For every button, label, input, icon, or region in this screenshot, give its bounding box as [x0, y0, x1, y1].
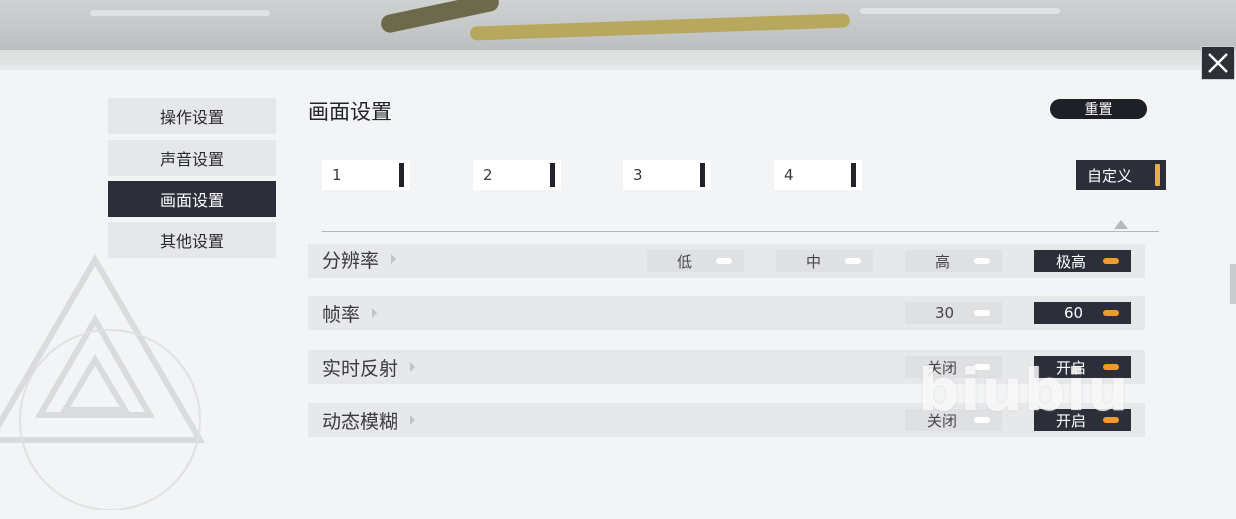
triangle-up-icon — [1114, 220, 1128, 229]
preset-marker — [399, 163, 404, 187]
triangle-right-icon — [391, 254, 397, 264]
preset-label: 3 — [633, 166, 643, 184]
option-label: 30 — [935, 304, 955, 322]
preset-2-button[interactable]: 2 — [473, 160, 561, 190]
option-label: 中 — [806, 252, 822, 271]
setting-row-resolution: 分辨率 低 中 高 极高 — [308, 244, 1145, 278]
triangle-right-icon — [410, 415, 416, 425]
setting-label: 实时反射 — [322, 357, 399, 380]
option-button[interactable]: 30 — [905, 302, 1002, 324]
sidebar-item-label: 其他设置 — [159, 232, 224, 251]
toggle-pill — [974, 258, 990, 264]
preset-marker — [700, 163, 705, 187]
toggle-pill — [1103, 310, 1119, 316]
header-gap — [0, 50, 1236, 70]
toggle-pill — [974, 310, 990, 316]
setting-label-wrap: 动态模糊 — [322, 403, 416, 437]
sidebar-item-label: 画面设置 — [159, 191, 224, 210]
option-label: 极高 — [1056, 252, 1087, 271]
toggle-pill — [716, 258, 732, 264]
watermark-logo: biubiu — [918, 356, 1130, 424]
setting-label: 动态模糊 — [322, 410, 399, 433]
preset-4-button[interactable]: 4 — [774, 160, 862, 190]
page-title: 画面设置 — [308, 100, 392, 124]
preset-label: 1 — [332, 166, 342, 184]
preset-1-button[interactable]: 1 — [322, 160, 410, 190]
option-label: 低 — [677, 252, 693, 271]
close-button[interactable] — [1201, 46, 1235, 80]
preset-marker — [550, 163, 555, 187]
option-button[interactable]: 高 — [905, 250, 1002, 272]
option-button[interactable]: 低 — [647, 250, 744, 272]
option-label: 高 — [935, 252, 951, 271]
option-button-selected[interactable]: 60 — [1034, 302, 1131, 324]
preset-marker — [851, 163, 856, 187]
option-button[interactable]: 中 — [776, 250, 873, 272]
sidebar-item-controls[interactable]: 操作设置 — [108, 98, 276, 134]
sidebar-item-other[interactable]: 其他设置 — [108, 222, 276, 258]
setting-label-wrap: 实时反射 — [322, 350, 416, 384]
setting-label-wrap: 分辨率 — [322, 242, 397, 276]
close-icon — [1208, 53, 1228, 73]
setting-label-wrap: 帧率 — [322, 296, 378, 330]
sidebar-item-graphics[interactable]: 画面设置 — [108, 181, 276, 217]
preset-3-button[interactable]: 3 — [623, 160, 711, 190]
toggle-pill — [1103, 258, 1119, 264]
setting-label: 帧率 — [322, 303, 361, 326]
reset-button[interactable]: 重置 — [1050, 99, 1147, 119]
triangle-right-icon — [410, 362, 416, 372]
preset-label: 2 — [483, 166, 493, 184]
triangle-right-icon — [372, 308, 378, 318]
toggle-pill — [845, 258, 861, 264]
preset-label: 4 — [784, 166, 794, 184]
emblem-icon — [0, 254, 206, 510]
option-button-selected[interactable]: 极高 — [1034, 250, 1131, 272]
sidebar-item-sound[interactable]: 声音设置 — [108, 140, 276, 176]
preset-custom-button[interactable]: 自定义 — [1076, 160, 1166, 190]
sidebar-item-label: 声音设置 — [159, 150, 224, 169]
preset-custom-label: 自定义 — [1087, 166, 1133, 185]
divider — [322, 231, 1159, 232]
sidebar-item-label: 操作设置 — [159, 108, 224, 127]
setting-label: 分辨率 — [322, 249, 380, 272]
reset-button-label: 重置 — [1084, 102, 1113, 118]
setting-row-framerate: 帧率 30 60 — [308, 296, 1145, 330]
preset-marker — [1155, 164, 1160, 186]
option-label: 60 — [1064, 304, 1084, 322]
scrollbar[interactable] — [1230, 264, 1236, 304]
